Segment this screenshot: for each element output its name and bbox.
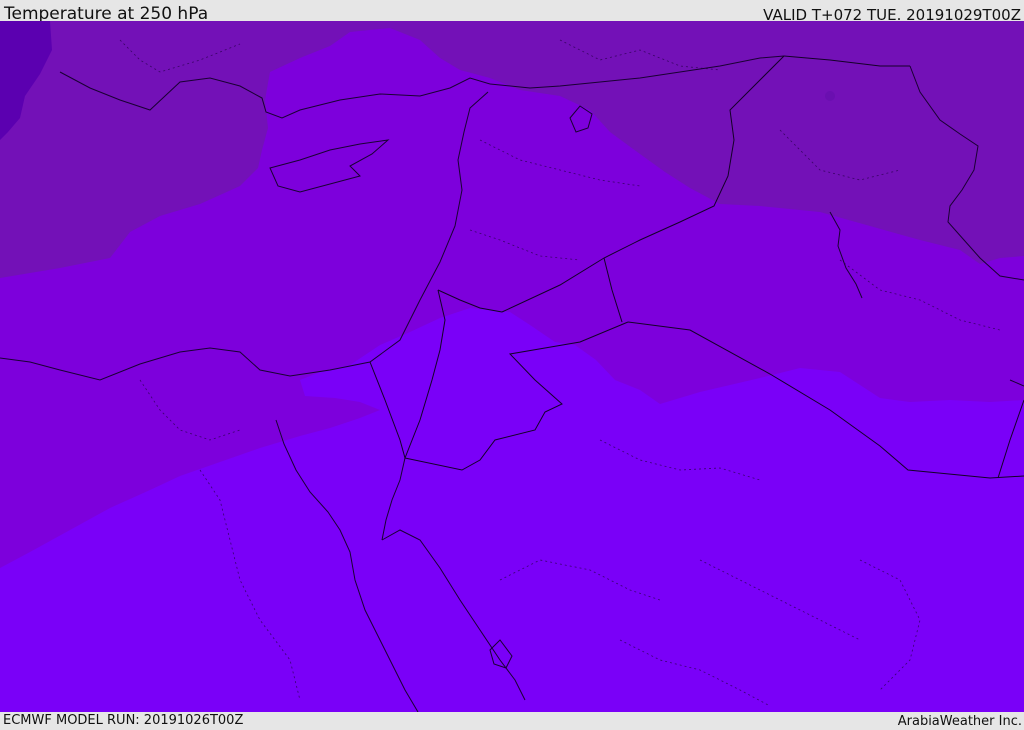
model-run: ECMWF MODEL RUN: 20191026T00Z xyxy=(3,713,244,728)
credit-text: ArabiaWeather Inc. xyxy=(897,714,1022,729)
header-bar: Temperature at 250 hPa VALID T+072 TUE. … xyxy=(0,0,1024,24)
cold-spot xyxy=(825,91,835,101)
temperature-map[interactable] xyxy=(0,21,1024,712)
footer-bar: ECMWF MODEL RUN: 20191026T00Z ArabiaWeat… xyxy=(0,712,1024,729)
